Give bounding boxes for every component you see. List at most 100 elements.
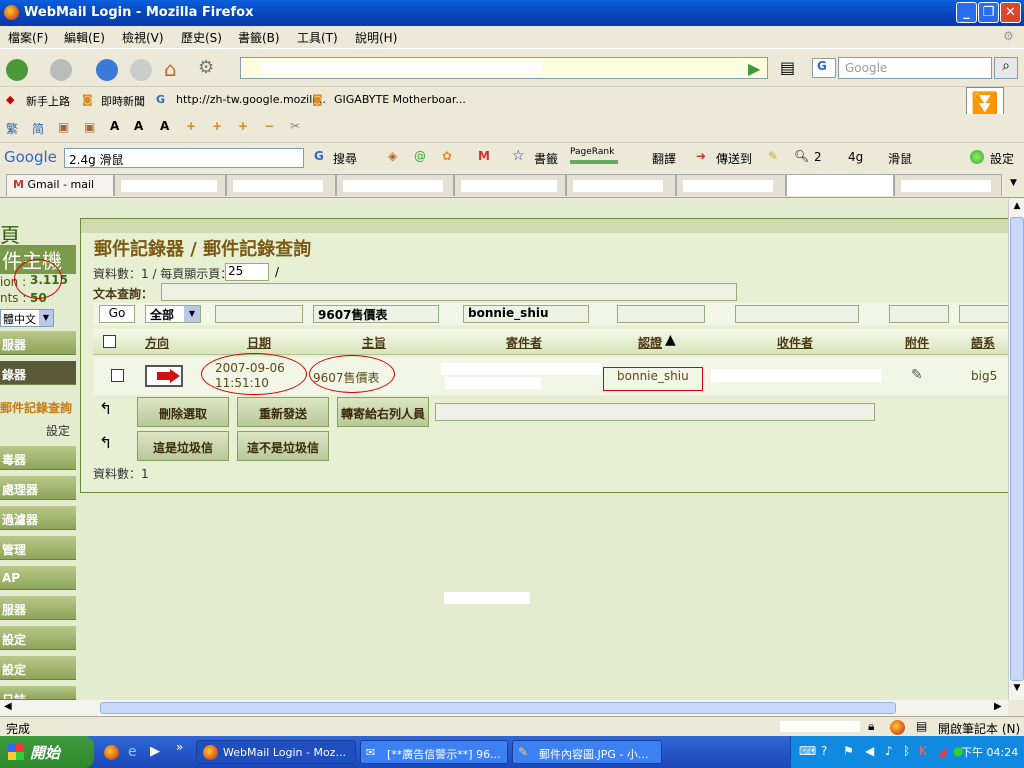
media-quicklaunch-icon[interactable]: ▶ bbox=[150, 744, 160, 759]
not-spam-button[interactable]: 這不是垃圾信 bbox=[237, 431, 329, 461]
font-size-icon[interactable]: A bbox=[110, 119, 119, 133]
scroll-right-icon[interactable]: ▶ bbox=[994, 701, 1002, 712]
popup-icon[interactable]: ✿ bbox=[442, 149, 452, 163]
charset-filter[interactable] bbox=[959, 305, 1009, 323]
resend-button[interactable]: 重新發送 bbox=[237, 397, 329, 427]
column-subject[interactable]: 主旨 bbox=[362, 334, 386, 351]
tab[interactable] bbox=[566, 174, 676, 196]
menu-history[interactable]: 歷史(S) bbox=[181, 29, 222, 46]
scroll-thumb[interactable] bbox=[1010, 217, 1024, 681]
scroll-thumb[interactable] bbox=[100, 702, 896, 714]
forward-button[interactable]: 轉寄給右列人員 bbox=[337, 397, 429, 427]
close-button[interactable]: ✕ bbox=[1000, 2, 1021, 23]
sidebar-item-mail-log-query[interactable]: 郵件記錄查詢 bbox=[0, 399, 72, 416]
delete-selected-button[interactable]: 刪除選取 bbox=[137, 397, 229, 427]
sidebar-item-server[interactable]: 服器 bbox=[0, 331, 76, 355]
bookmark-google-link[interactable]: http://zh-tw.google.mozill... bbox=[176, 93, 326, 106]
sidebar-item-management[interactable]: 管理 bbox=[0, 536, 76, 560]
start-button[interactable]: 開始 bbox=[0, 736, 94, 768]
tab[interactable] bbox=[454, 174, 566, 196]
taskbar-item-webmail[interactable]: WebMail Login - Moz... bbox=[196, 740, 356, 764]
google-search-button[interactable]: 搜尋 bbox=[333, 150, 357, 167]
column-date[interactable]: 日期 bbox=[247, 334, 271, 351]
column-auth[interactable]: 認證 bbox=[638, 334, 662, 351]
sidebar-item-processor[interactable]: 處理器 bbox=[0, 476, 76, 500]
traditional-icon[interactable]: 繁 bbox=[6, 120, 18, 137]
keyboard-icon[interactable]: ⌨ bbox=[799, 744, 816, 758]
sidebar-item-recorder[interactable]: 錄器 bbox=[0, 361, 76, 385]
tab[interactable] bbox=[676, 174, 786, 196]
attachment-filter[interactable] bbox=[889, 305, 949, 323]
magnifier-icon[interactable]: 🔍︎ bbox=[794, 149, 809, 163]
quicklaunch-chevron-icon[interactable]: » bbox=[176, 740, 183, 754]
search-term-4g[interactable]: 4g bbox=[848, 150, 863, 164]
sender-filter[interactable]: bonnie_shiu bbox=[463, 305, 589, 323]
sidebar-item-server2[interactable]: 服器 bbox=[0, 596, 76, 620]
reload-icon[interactable] bbox=[96, 59, 118, 81]
simplified-icon[interactable]: 简 bbox=[32, 120, 44, 137]
sidebar-item-settings[interactable]: 設定 bbox=[46, 422, 70, 439]
vertical-scrollbar[interactable]: ▲ ▼ bbox=[1008, 199, 1024, 700]
extension-icon[interactable]: ⚙ bbox=[198, 57, 214, 78]
minimize-button[interactable]: _ bbox=[956, 2, 977, 23]
volume-icon[interactable]: ♪ bbox=[885, 744, 893, 758]
paperclip-icon[interactable]: ✎ bbox=[911, 367, 923, 383]
forward-icon[interactable] bbox=[50, 59, 72, 81]
firefox-quicklaunch-icon[interactable] bbox=[104, 745, 119, 760]
tab-gmail[interactable]: M Gmail - mail bbox=[6, 174, 114, 196]
go-icon[interactable]: ▶ bbox=[748, 59, 760, 78]
star-icon[interactable]: ☆ bbox=[512, 148, 525, 164]
minus-icon[interactable]: − bbox=[264, 119, 274, 133]
menu-bookmarks[interactable]: 書籤(B) bbox=[238, 29, 280, 46]
google-bookmarks[interactable]: 書籤 bbox=[534, 150, 558, 167]
sidebar-item-antivirus[interactable]: 毒器 bbox=[0, 446, 76, 470]
search-icon[interactable]: ⌕ bbox=[994, 57, 1018, 79]
sidebar-item-settings3[interactable]: 設定 bbox=[0, 656, 76, 680]
date-filter[interactable] bbox=[215, 305, 303, 323]
per-page-input[interactable]: 25 bbox=[225, 263, 269, 281]
is-spam-button[interactable]: 這是垃圾信 bbox=[137, 431, 229, 461]
tab-active[interactable] bbox=[786, 174, 894, 196]
plus-s-icon[interactable]: + bbox=[238, 119, 248, 133]
home-icon[interactable]: ⌂ bbox=[164, 57, 177, 81]
tab[interactable] bbox=[226, 174, 336, 196]
help-icon[interactable]: ? bbox=[821, 744, 827, 758]
antivirus-icon[interactable]: K bbox=[919, 744, 927, 758]
page-icon[interactable]: ▣ bbox=[58, 120, 69, 134]
subject-filter[interactable]: 9607售價表 bbox=[313, 305, 439, 323]
tab-list-icon[interactable]: ▼ bbox=[1010, 178, 1017, 188]
sidebar-item-settings2[interactable]: 設定 bbox=[0, 626, 76, 650]
bookmark-gigabyte[interactable]: GIGABYTE Motherboar... bbox=[334, 93, 466, 106]
auth-filter[interactable] bbox=[617, 305, 705, 323]
search-input[interactable]: Google bbox=[838, 57, 992, 79]
plus-icon[interactable]: + bbox=[186, 119, 196, 133]
font-size3-icon[interactable]: A bbox=[160, 119, 169, 133]
row-checkbox[interactable] bbox=[111, 369, 124, 382]
menu-tools[interactable]: 工具(T) bbox=[297, 29, 338, 46]
back-arrow-icon[interactable]: ◀ bbox=[865, 744, 874, 758]
direction-filter[interactable]: 全部 ▼ bbox=[145, 305, 201, 323]
menu-file[interactable]: 檔案(F) bbox=[8, 29, 48, 46]
google-search-input[interactable]: 2.4g 滑鼠 bbox=[64, 148, 304, 168]
tab[interactable] bbox=[894, 174, 1002, 196]
back-icon[interactable] bbox=[6, 59, 28, 81]
ie-quicklaunch-icon[interactable]: e bbox=[128, 744, 137, 760]
language-select[interactable]: 體中文 ▼ bbox=[0, 309, 54, 327]
translate-button[interactable]: 翻譯 bbox=[652, 150, 676, 167]
plus-t-icon[interactable]: + bbox=[212, 119, 222, 133]
tab[interactable] bbox=[114, 174, 226, 196]
gmail-icon[interactable]: M bbox=[478, 149, 490, 163]
restore-button[interactable]: ❐ bbox=[978, 2, 999, 23]
notepad-label[interactable]: 開啟筆記本 (N) bbox=[938, 720, 1020, 737]
recipient-filter[interactable] bbox=[735, 305, 859, 323]
page2-icon[interactable]: ▣ bbox=[84, 120, 95, 134]
scroll-left-icon[interactable]: ◀ bbox=[4, 701, 12, 712]
column-recipient[interactable]: 收件者 bbox=[777, 334, 813, 351]
tab[interactable] bbox=[336, 174, 454, 196]
font-size2-icon[interactable]: A bbox=[134, 119, 143, 133]
bluetooth-icon[interactable]: ᛒ bbox=[903, 744, 910, 758]
bookmark-latest-news[interactable]: 即時新聞 bbox=[101, 93, 145, 109]
highlight-icon[interactable]: ◈ bbox=[388, 149, 397, 163]
scroll-down-icon[interactable]: ▼ bbox=[1011, 683, 1023, 697]
column-direction[interactable]: 方向 bbox=[145, 334, 169, 351]
